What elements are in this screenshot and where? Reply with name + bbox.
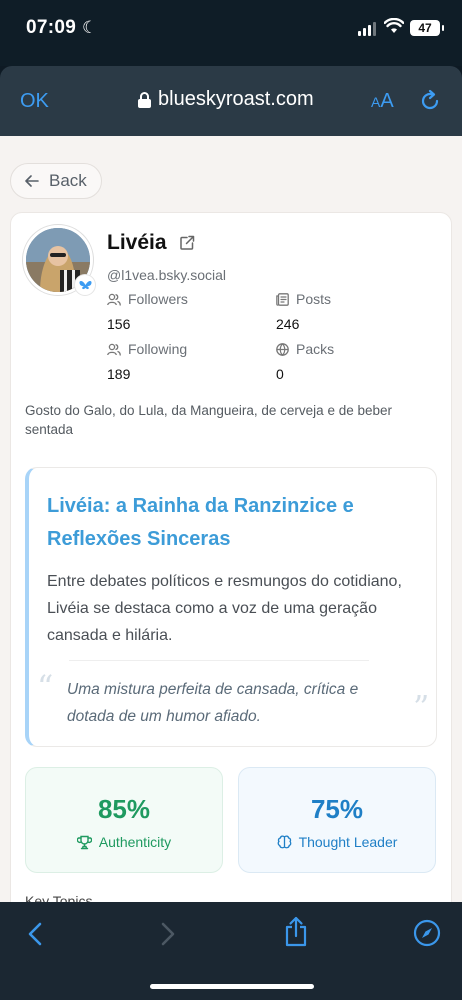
stat-label: Following <box>128 341 188 357</box>
text-size-small-label: A <box>371 94 381 110</box>
stat-label: Followers <box>128 291 188 307</box>
forward-nav-icon[interactable] <box>155 920 179 948</box>
stat-following: Following 189 <box>107 341 187 382</box>
ok-button[interactable]: OK <box>20 90 49 113</box>
quote-open-icon: “ <box>37 668 54 706</box>
metric-value: 75% <box>310 794 364 824</box>
stat-value: 246 <box>276 316 300 332</box>
external-link-icon[interactable] <box>179 235 195 251</box>
roast-card: Livéia: a Rainha da Ranzinzice e Reflexõ… <box>25 467 437 747</box>
back-nav-icon[interactable] <box>24 920 48 948</box>
users-icon <box>107 343 121 356</box>
stat-label: Posts <box>296 291 332 307</box>
back-label: Back <box>49 171 87 190</box>
butterfly-icon <box>75 275 95 295</box>
profile-card: Livéia @l1vea.bsky.social Followers 156 … <box>10 212 452 902</box>
stat-posts: Posts 246 <box>276 291 331 332</box>
text-size-button[interactable]: AA <box>371 90 394 113</box>
quote-close-icon: ” <box>413 688 430 726</box>
share-icon[interactable] <box>283 916 309 948</box>
metric-value: 85% <box>97 794 151 824</box>
divider <box>69 660 369 661</box>
home-indicator <box>150 984 314 989</box>
text-size-large-label: A <box>380 90 394 112</box>
posts-icon <box>276 292 289 306</box>
profile-handle: @l1vea.bsky.social <box>107 267 226 283</box>
battery-icon: 47 <box>410 20 444 36</box>
brain-icon <box>277 834 291 848</box>
stat-value: 156 <box>107 316 131 332</box>
users-icon <box>107 293 121 306</box>
trophy-icon <box>76 835 92 849</box>
stat-value: 0 <box>276 366 284 382</box>
stat-label: Packs <box>296 341 335 357</box>
roast-text: Entre debates políticos e resmungos do c… <box>47 573 402 644</box>
arrow-left-icon <box>25 175 39 187</box>
address-bar[interactable]: blueskyroast.com <box>138 88 314 111</box>
wifi-icon <box>384 18 404 33</box>
url-text: blueskyroast.com <box>158 88 314 110</box>
lock-icon <box>138 91 151 108</box>
roast-quote: Uma mistura perfeita de cansada, crítica… <box>67 681 359 725</box>
stat-packs: Packs 0 <box>276 341 334 382</box>
page-content: Back Livéia @l1vea.bsky.social Followers… <box>0 136 462 902</box>
metric-label: Authenticity <box>98 834 172 850</box>
metric-label: Thought Leader <box>298 834 398 850</box>
signal-icon <box>358 22 376 36</box>
section-heading-key-topics: Key Topics <box>25 893 93 902</box>
stat-followers: Followers 156 <box>107 291 188 332</box>
metric-authenticity: 85% Authenticity <box>25 767 223 873</box>
stat-value: 189 <box>107 366 131 382</box>
moon-icon: ☾ <box>82 18 98 37</box>
profile-name: Livéia <box>107 231 167 254</box>
status-bar: 07:09 ☾ 47 <box>0 0 462 66</box>
clock: 07:09 <box>26 17 77 38</box>
metric-thought-leader: 75% Thought Leader <box>238 767 436 873</box>
roast-title: Livéia: a Rainha da Ranzinzice e Reflexõ… <box>47 495 354 550</box>
profile-bio: Gosto do Galo, do Lula, da Mangueira, de… <box>25 403 392 437</box>
browser-top-bar: OK blueskyroast.com AA <box>0 66 462 136</box>
back-button[interactable]: Back <box>10 163 102 199</box>
globe-icon <box>276 342 289 356</box>
compass-icon[interactable] <box>413 919 441 947</box>
reload-icon[interactable] <box>418 89 442 113</box>
